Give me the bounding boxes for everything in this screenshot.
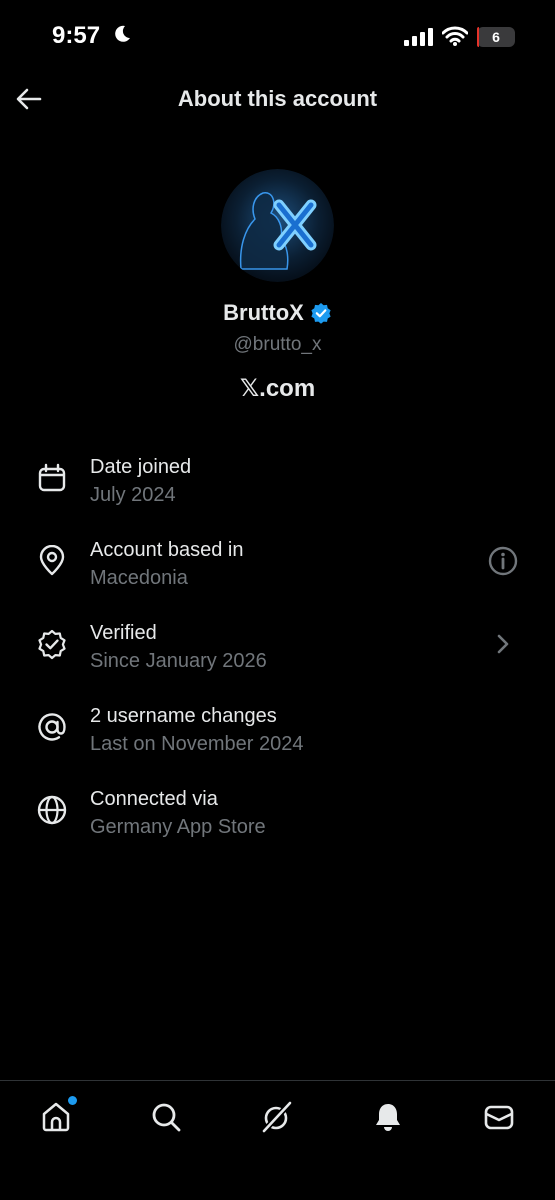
- wifi-icon: [442, 26, 468, 46]
- info-icon: [488, 546, 518, 576]
- handle: @brutto_x: [233, 334, 322, 355]
- info-row-account-based-in: Account based in Macedonia: [0, 529, 555, 612]
- site-link[interactable]: 𝕏.com: [0, 374, 555, 403]
- info-title: Verified: [90, 622, 157, 644]
- home-icon: [42, 1102, 70, 1132]
- avatar-image: [221, 169, 334, 282]
- verified-badge-outline-icon: [38, 629, 66, 660]
- moon-icon: [115, 25, 130, 42]
- battery-level: 6: [492, 29, 500, 45]
- info-subtitle: Last on November 2024: [90, 733, 304, 755]
- avatar[interactable]: [221, 169, 334, 282]
- info-row-verified[interactable]: Verified Since January 2026: [0, 612, 555, 695]
- info-title: Date joined: [90, 456, 192, 478]
- globe-icon: [37, 795, 67, 825]
- info-title: Account based in: [90, 539, 244, 561]
- tab-home[interactable]: [38, 1096, 77, 1135]
- grok-icon: [261, 1100, 293, 1134]
- cellular-signal-icon: [404, 28, 433, 46]
- info-subtitle: Germany App Store: [90, 816, 266, 838]
- calendar-icon: [38, 463, 66, 492]
- account-location-info-button[interactable]: [487, 545, 519, 577]
- header: About this account: [0, 72, 555, 126]
- location-pin-icon: [39, 545, 65, 576]
- tab-bar: [0, 1081, 555, 1200]
- battery-indicator: 6: [477, 27, 515, 47]
- account-info-list: Date joined July 2024 Account based in M…: [0, 446, 555, 861]
- tab-notifications[interactable]: [370, 1099, 406, 1135]
- tab-grok[interactable]: [259, 1099, 295, 1135]
- verified-chevron[interactable]: [487, 628, 519, 660]
- tab-search[interactable]: [148, 1099, 184, 1135]
- status-time: 9:57: [52, 22, 101, 49]
- info-subtitle: Since January 2026: [90, 650, 267, 672]
- display-name: BruttoX: [223, 300, 304, 325]
- info-title: Connected via: [90, 788, 218, 810]
- status-bar: 9:57 6: [0, 0, 555, 72]
- info-subtitle: Macedonia: [90, 567, 188, 589]
- info-subtitle: July 2024: [90, 484, 176, 506]
- notification-dot: [68, 1096, 77, 1105]
- search-icon: [152, 1103, 181, 1132]
- info-row-username-changes: 2 username changes Last on November 2024: [0, 695, 555, 778]
- verified-badge-icon: [311, 303, 331, 324]
- notifications-bell-icon: [376, 1104, 400, 1131]
- at-sign-icon: [38, 713, 66, 741]
- chevron-right-icon: [497, 634, 509, 654]
- page-title: About this account: [177, 86, 378, 111]
- profile-name-row: BruttoX: [0, 300, 555, 326]
- info-row-connected-via: Connected via Germany App Store: [0, 778, 555, 861]
- info-row-date-joined: Date joined July 2024: [0, 446, 555, 529]
- messages-icon: [484, 1105, 514, 1130]
- info-title: 2 username changes: [90, 705, 277, 727]
- tab-messages[interactable]: [481, 1099, 517, 1135]
